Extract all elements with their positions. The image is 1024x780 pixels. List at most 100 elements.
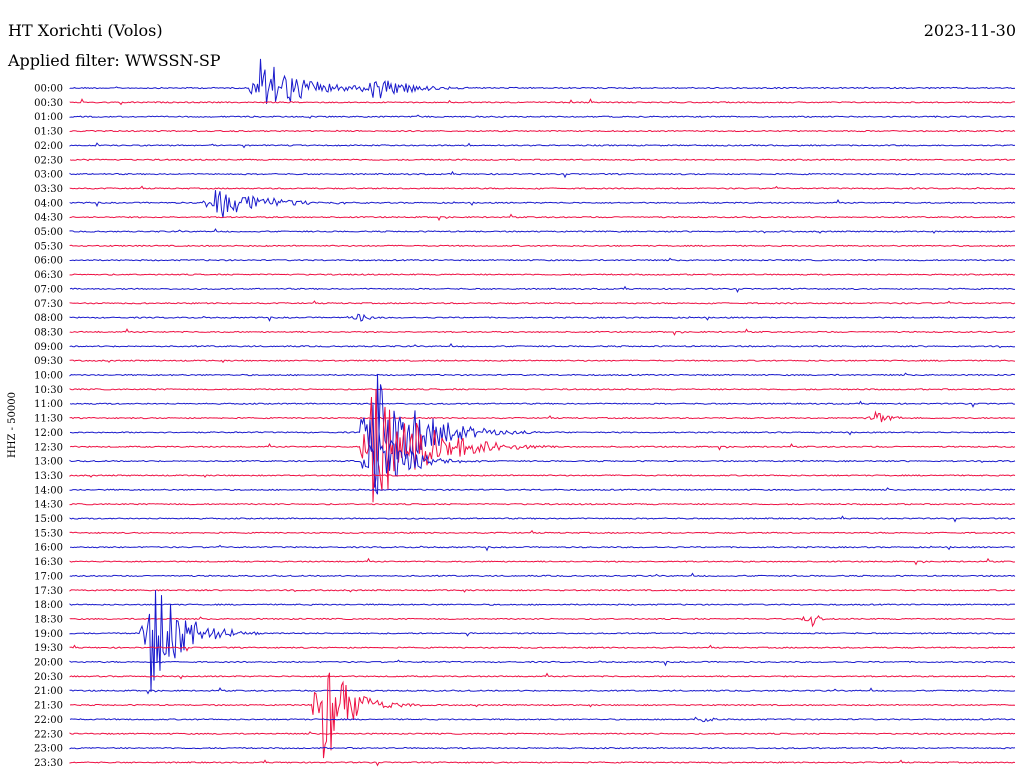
tick-label: 21:00 — [34, 686, 63, 697]
tick-label: 04:00 — [34, 198, 63, 209]
trace-line — [69, 746, 1016, 750]
trace-line — [69, 716, 1015, 723]
trace-line — [69, 515, 1016, 523]
trace-line — [69, 687, 1016, 695]
trace-line — [69, 213, 1016, 222]
station-title: HT Xorichti (Volos) — [8, 21, 163, 40]
tick-label: 05:00 — [34, 227, 63, 238]
trace-line — [69, 557, 1016, 566]
trace-line — [69, 419, 1016, 495]
tick-label: 06:30 — [34, 270, 63, 281]
tick-label: 10:00 — [34, 371, 63, 382]
trace-line — [69, 400, 1015, 408]
tick-label: 05:30 — [34, 241, 63, 252]
tick-label: 02:30 — [34, 155, 63, 166]
trace-line — [69, 759, 1016, 767]
trace-line — [69, 502, 1016, 506]
channel-label: HHZ - 50000 — [7, 392, 18, 458]
tick-label: 17:30 — [34, 586, 63, 597]
trace-line — [69, 388, 1016, 503]
tick-label: 23:30 — [34, 758, 63, 769]
tick-label: 19:00 — [34, 629, 63, 640]
trace-line — [69, 142, 1016, 149]
tick-label: 19:30 — [34, 643, 63, 654]
filter-subtitle: Applied filter: WWSSN-SP — [7, 51, 221, 70]
tick-label: 13:00 — [34, 457, 63, 468]
tick-label: 01:30 — [34, 127, 63, 138]
trace-line — [69, 572, 1016, 578]
tick-label: 13:30 — [34, 471, 63, 482]
trace-line — [69, 285, 1015, 294]
seismogram: HT Xorichti (Volos) 2023-11-30 Applied f… — [7, 21, 1016, 769]
trace-line — [69, 529, 1016, 535]
tick-label: 02:00 — [34, 141, 63, 152]
tick-label: 18:30 — [34, 614, 63, 625]
trace-line — [69, 300, 1016, 305]
tick-label: 12:00 — [34, 428, 63, 439]
tick-label: 16:00 — [34, 543, 63, 554]
trace-line — [69, 474, 1016, 478]
tick-label: 07:00 — [34, 284, 63, 295]
trace-line — [69, 158, 1016, 162]
tick-label: 15:30 — [34, 528, 63, 539]
trace-line — [69, 98, 1015, 106]
trace-line — [69, 672, 1016, 759]
tick-label: 06:00 — [34, 256, 63, 267]
trace-line — [69, 603, 1016, 606]
trace-group — [69, 58, 1016, 767]
trace-line — [69, 374, 1015, 488]
trace-line — [69, 170, 1015, 179]
tick-label: 11:30 — [34, 414, 63, 425]
trace-line — [69, 244, 1016, 248]
tick-label: 00:30 — [34, 98, 63, 109]
trace-line — [69, 273, 1016, 276]
tick-label: 09:30 — [34, 356, 63, 367]
tick-label: 07:30 — [34, 299, 63, 310]
trace-line — [69, 372, 1016, 377]
tick-label: 09:00 — [34, 342, 63, 353]
trace-line — [69, 410, 1016, 423]
trace-line — [69, 190, 1016, 219]
trace-line — [69, 589, 1016, 593]
tick-label: 10:30 — [34, 385, 63, 396]
tick-label: 22:30 — [34, 729, 63, 740]
tick-label: 20:00 — [34, 658, 63, 669]
trace-line — [70, 544, 1016, 552]
tick-label: 14:00 — [34, 485, 63, 496]
trace-line — [69, 342, 1016, 349]
trace-line — [69, 359, 1016, 364]
trace-line — [69, 615, 1015, 628]
tick-label: 18:00 — [34, 600, 63, 611]
trace-line — [69, 257, 1016, 262]
trace-line — [69, 644, 1016, 652]
tick-label: 21:30 — [34, 701, 63, 712]
trace-line — [69, 313, 1016, 322]
tick-label: 01:00 — [34, 112, 63, 123]
tick-label: 04:30 — [34, 213, 63, 224]
tick-label: 03:00 — [34, 170, 63, 181]
tick-label: 08:00 — [34, 313, 63, 324]
tick-label: 20:30 — [34, 672, 63, 683]
tick-label: 23:00 — [34, 744, 63, 755]
trace-line — [69, 672, 1016, 680]
trace-line — [69, 388, 1016, 391]
trace-line — [69, 328, 1016, 336]
tick-label: 03:30 — [34, 184, 63, 195]
trace-line — [69, 659, 1016, 667]
tick-label: 22:00 — [34, 715, 63, 726]
trace-line — [69, 228, 1016, 234]
tick-label: 00:00 — [34, 84, 63, 95]
trace-line — [69, 129, 1016, 133]
tick-label: 17:00 — [34, 571, 63, 582]
tick-label-group: 00:00 00:30 01:00 01:30 02:00 02:30 03:00 03:30… — [34, 84, 63, 769]
tick-label: 15:00 — [34, 514, 63, 525]
trace-line — [69, 114, 1015, 119]
trace-line — [69, 185, 1016, 190]
trace-line — [69, 731, 1016, 735]
tick-label: 11:00 — [34, 399, 63, 410]
date-label: 2023-11-30 — [924, 21, 1016, 40]
trace-line — [69, 487, 1016, 492]
tick-label: 08:30 — [34, 327, 63, 338]
tick-label: 14:30 — [34, 500, 63, 511]
tick-label: 12:30 — [34, 442, 63, 453]
